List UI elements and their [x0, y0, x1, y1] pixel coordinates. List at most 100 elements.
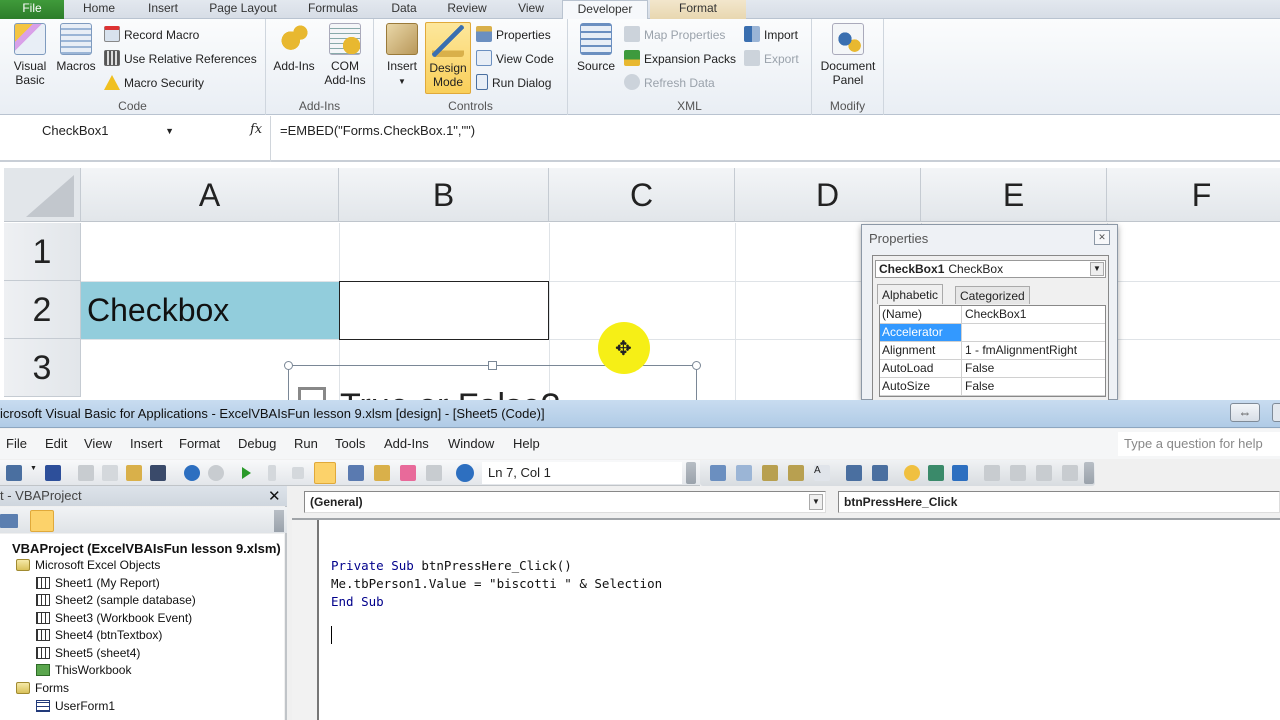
close-window-button[interactable] [1272, 403, 1280, 422]
resize-handle[interactable] [692, 361, 701, 370]
save-icon[interactable] [45, 465, 61, 481]
breakpoint-margin[interactable] [292, 520, 319, 720]
property-value[interactable]: False [962, 360, 1105, 377]
code-line[interactable]: Private Sub btnPressHere_Click() [331, 558, 572, 573]
chevron-down-icon[interactable]: ▼ [1090, 262, 1104, 276]
property-value[interactable] [962, 324, 1105, 341]
object-selector[interactable]: CheckBox1 CheckBox ▼ [875, 260, 1106, 278]
column-header-c[interactable]: C [549, 168, 735, 222]
tab-alphabetic[interactable]: Alphabetic [877, 284, 944, 304]
document-panel-button[interactable]: Document Panel [816, 23, 880, 87]
macro-security-button[interactable]: Macro Security [104, 74, 204, 92]
tab-formulas[interactable]: Formulas [300, 0, 366, 19]
cut-icon[interactable] [78, 465, 94, 481]
tree-item-selected[interactable]: Sheet5 (sheet4) [36, 645, 140, 662]
menu-addins[interactable]: Add-Ins [384, 436, 429, 451]
property-row[interactable]: AutoLoad False [880, 360, 1105, 378]
quick-info-icon[interactable] [762, 465, 778, 481]
tree-item[interactable]: ThisWorkbook [36, 662, 131, 679]
project-explorer-icon[interactable] [348, 465, 364, 481]
code-editor[interactable]: Private Sub btnPressHere_Click() Me.tbPe… [292, 518, 1280, 720]
menu-tools[interactable]: Tools [335, 436, 365, 451]
record-macro-button[interactable]: Record Macro [104, 26, 199, 44]
tab-insert[interactable]: Insert [138, 0, 188, 19]
list-properties-icon[interactable] [710, 465, 726, 481]
menu-window[interactable]: Window [448, 436, 494, 451]
reset-icon[interactable] [292, 467, 304, 479]
tab-categorized[interactable]: Categorized [955, 286, 1030, 304]
close-icon[interactable]: ✕ [268, 487, 281, 505]
com-addins-button[interactable]: COM Add-Ins [320, 23, 370, 87]
column-header-f[interactable]: F [1107, 168, 1280, 222]
name-box[interactable]: CheckBox1 ▼ [4, 120, 180, 142]
toolbar-grip[interactable] [274, 510, 284, 532]
view-object-icon[interactable] [0, 514, 18, 528]
insert-control-button[interactable]: Insert ▼ [380, 23, 424, 89]
break-icon[interactable] [268, 465, 276, 481]
resize-handle[interactable] [488, 361, 497, 370]
row-header-3[interactable]: 3 [4, 339, 81, 397]
addins-button[interactable]: Add-Ins [270, 23, 318, 73]
toolbar-grip[interactable] [1084, 462, 1094, 484]
column-header-e[interactable]: E [921, 168, 1107, 222]
property-row[interactable]: AutoSize False [880, 378, 1105, 396]
property-value[interactable]: CheckBox1 [962, 306, 1105, 323]
menu-view[interactable]: View [84, 436, 112, 451]
find-icon[interactable] [150, 465, 166, 481]
close-icon[interactable]: ✕ [1094, 230, 1110, 245]
indent-icon[interactable] [846, 465, 862, 481]
design-mode-icon[interactable] [314, 462, 336, 484]
run-dialog-button[interactable]: Run Dialog [476, 74, 551, 92]
column-header-a[interactable]: A [81, 168, 339, 222]
tab-review[interactable]: Review [440, 0, 494, 19]
tree-item[interactable]: Sheet1 (My Report) [36, 575, 160, 592]
run-icon[interactable] [242, 467, 251, 479]
menu-format[interactable]: Format [179, 436, 220, 451]
view-code-button[interactable]: View Code [476, 50, 554, 68]
name-box-dropdown-icon[interactable]: ▼ [165, 120, 174, 142]
parameter-info-icon[interactable] [788, 465, 804, 481]
help-search-input[interactable]: Type a question for help [1118, 432, 1280, 456]
menu-help[interactable]: Help [513, 436, 540, 451]
tab-page-layout[interactable]: Page Layout [200, 0, 286, 19]
property-row[interactable]: Accelerator [880, 324, 1105, 342]
toggle-breakpoint-icon[interactable] [904, 465, 920, 481]
code-line[interactable]: End Sub [331, 594, 384, 609]
uncomment-block-icon[interactable] [952, 465, 968, 481]
tree-item[interactable]: Sheet4 (btnTextbox) [36, 627, 162, 644]
complete-word-icon[interactable]: A [814, 465, 830, 481]
view-excel-icon[interactable] [6, 465, 22, 481]
tab-view[interactable]: View [508, 0, 554, 19]
tree-item[interactable]: UserForm1 [36, 698, 115, 715]
menu-edit[interactable]: Edit [45, 436, 67, 451]
chevron-down-icon[interactable]: ▼ [809, 494, 823, 510]
macros-button[interactable]: Macros [54, 23, 98, 73]
cell-b2-selected[interactable] [339, 281, 549, 340]
help-icon[interactable] [456, 464, 474, 482]
properties-window-icon[interactable] [374, 465, 390, 481]
row-header-1[interactable]: 1 [4, 223, 81, 281]
restore-window-icon[interactable]: ⇔ [1230, 403, 1260, 422]
cell-a2[interactable]: Checkbox [81, 282, 339, 339]
insert-function-icon[interactable]: fx [250, 122, 262, 137]
clear-bookmarks-icon[interactable] [1062, 465, 1078, 481]
vbe-title-bar[interactable]: icrosoft Visual Basic for Applications -… [0, 400, 1280, 428]
property-row[interactable]: (Name) CheckBox1 [880, 306, 1105, 324]
tab-format[interactable]: Format [650, 0, 746, 19]
tab-file[interactable]: File [0, 0, 64, 19]
tree-item[interactable]: Sheet3 (Workbook Event) [36, 610, 192, 627]
select-all-button[interactable] [4, 168, 81, 222]
formula-input[interactable]: =EMBED("Forms.CheckBox.1","") [280, 123, 475, 138]
toggle-bookmark-icon[interactable] [984, 465, 1000, 481]
tab-home[interactable]: Home [74, 0, 124, 19]
row-header-2[interactable]: 2 [4, 281, 81, 339]
property-value[interactable]: False [962, 378, 1105, 395]
object-browser-icon[interactable] [400, 465, 416, 481]
map-properties-button[interactable]: Map Properties [624, 26, 725, 44]
tree-item[interactable]: Sheet2 (sample database) [36, 592, 196, 609]
toolbox-icon[interactable] [426, 465, 442, 481]
list-constants-icon[interactable] [736, 465, 752, 481]
previous-bookmark-icon[interactable] [1036, 465, 1052, 481]
expansion-packs-button[interactable]: Expansion Packs [624, 50, 736, 68]
xml-source-button[interactable]: Source [572, 23, 620, 73]
